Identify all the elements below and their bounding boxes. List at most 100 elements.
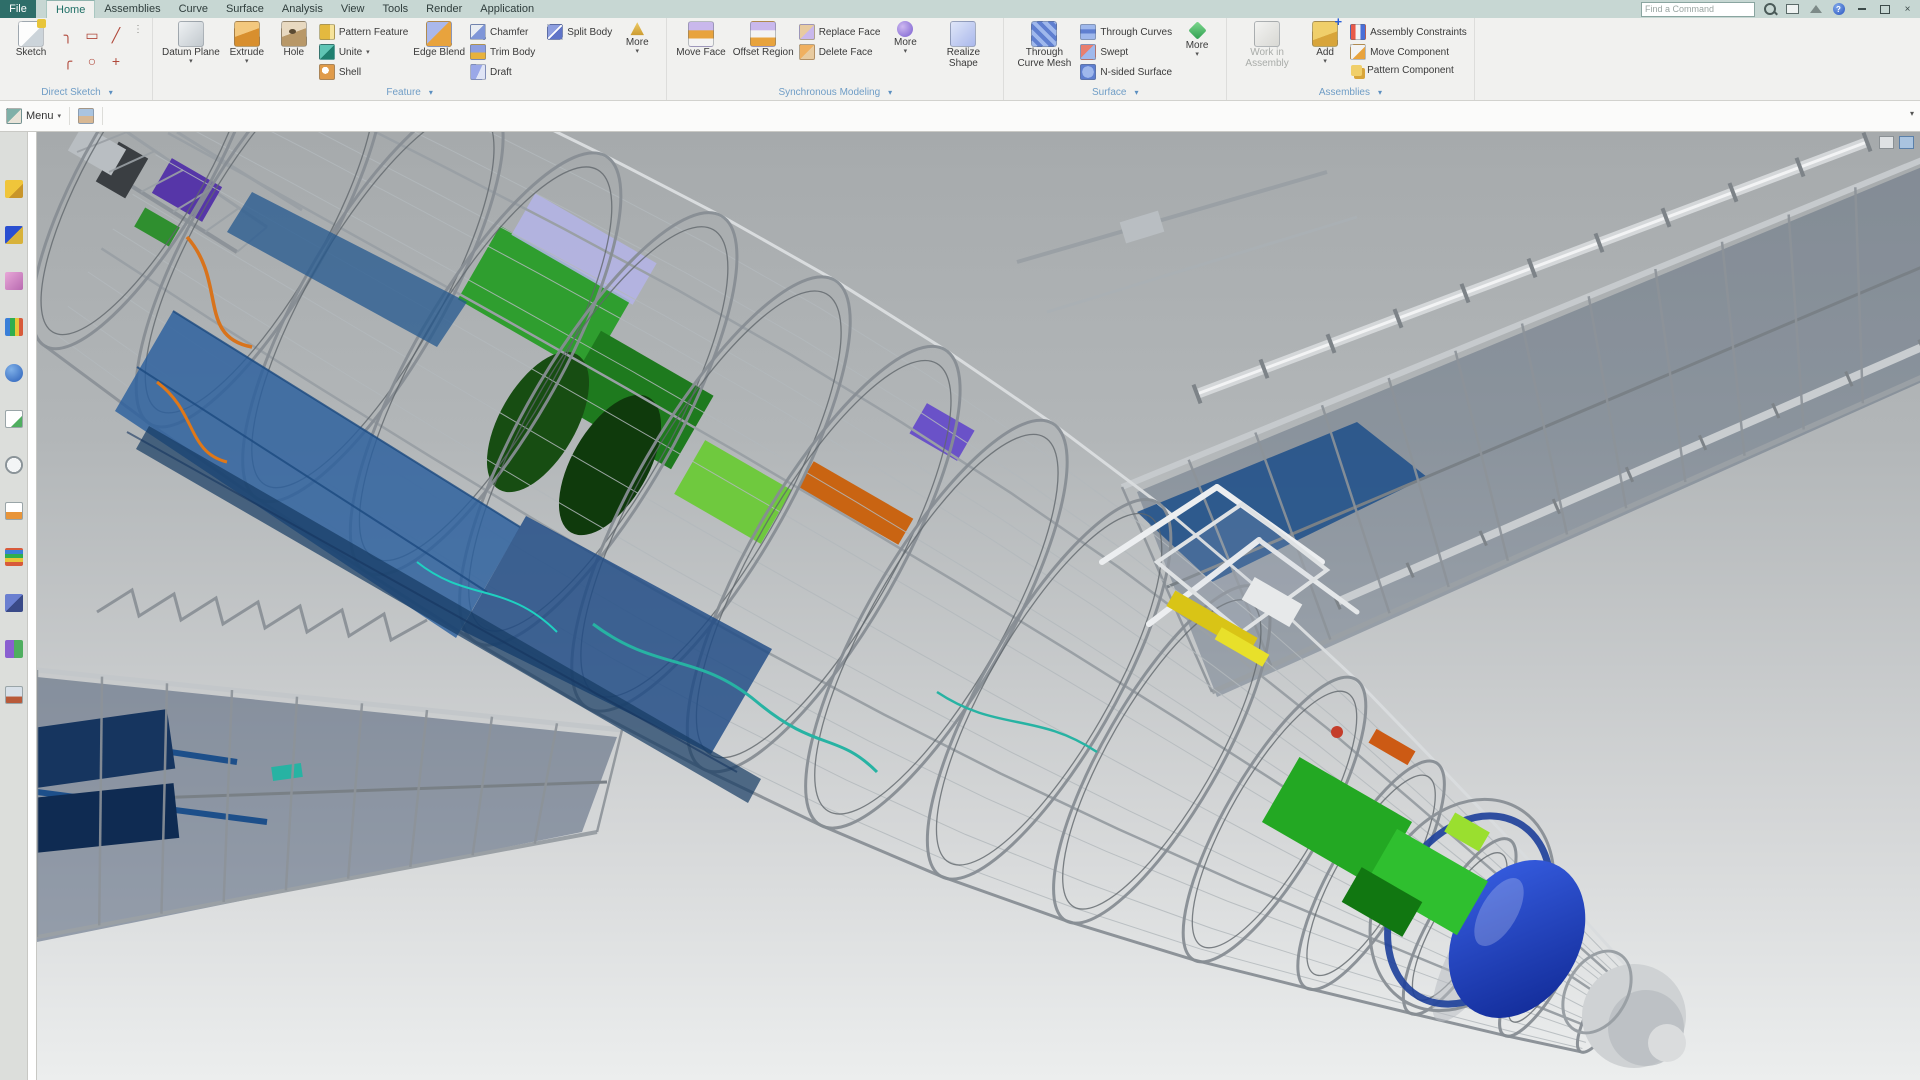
chevron-down-icon[interactable]: ▾ [429,88,433,97]
split-body-button[interactable]: Split Body [547,24,612,40]
more-icon [629,21,645,37]
hole-button[interactable]: Hole [272,20,316,60]
menu-icon [6,108,22,124]
circle-icon[interactable]: ○ [80,48,104,74]
graphics-viewport[interactable] [37,132,1920,1080]
edge-blend-icon [426,21,452,47]
feature-more-button[interactable]: More ▾ [615,20,659,55]
process-studio-icon[interactable] [5,502,23,520]
file-tab[interactable]: File [0,0,36,18]
replace-face-icon [799,24,815,40]
through-curve-mesh-icon [1031,21,1057,47]
rectangle-icon[interactable]: ▭ [80,22,104,48]
edge-blend-button[interactable]: Edge Blend [411,20,467,60]
unite-button[interactable]: Unite ▾ [319,44,408,60]
tab-home[interactable]: Home [46,0,95,18]
search-icon[interactable] [1761,2,1778,16]
move-component-button[interactable]: Move Component [1350,44,1467,60]
tab-curve[interactable]: Curve [170,0,217,18]
tab-surface[interactable]: Surface [217,0,273,18]
tab-assemblies[interactable]: Assemblies [95,0,169,18]
tab-tools[interactable]: Tools [373,0,417,18]
fullscreen-icon[interactable] [1784,2,1801,16]
pattern-feature-button[interactable]: Pattern Feature [319,24,408,40]
menu-button[interactable]: Menu ▾ [6,108,61,124]
system-scenes-icon[interactable] [5,686,23,704]
pattern-component-icon [1351,65,1362,76]
point-icon[interactable]: + [104,48,128,74]
work-in-assembly-button[interactable]: Work in Assembly [1234,20,1300,71]
shell-button[interactable]: Shell [319,64,408,80]
tab-view[interactable]: View [332,0,374,18]
chevron-down-icon: ▾ [1323,60,1327,64]
pattern-component-button[interactable]: Pattern Component [1350,64,1467,77]
part-navigator-icon[interactable] [5,272,23,290]
split-body-icon [547,24,563,40]
n-sided-surface-icon [1080,64,1096,80]
realize-shape-button[interactable]: Realize Shape [930,20,996,71]
group-label-synchronous-modeling: Synchronous Modeling [778,87,880,98]
graphics-window-minimize-icon[interactable] [1879,136,1894,149]
tab-application[interactable]: Application [471,0,543,18]
draft-icon [470,64,486,80]
synchronous-more-button[interactable]: More ▾ [883,20,927,55]
tab-analysis[interactable]: Analysis [273,0,332,18]
surface-more-button[interactable]: More ▾ [1175,20,1219,58]
line-icon[interactable]: ╱ [104,22,128,48]
group-label-direct-sketch: Direct Sketch [41,87,100,98]
through-curves-icon [1080,24,1096,40]
sketch-button[interactable]: Sketch [9,20,53,60]
border-bar-overflow-icon[interactable]: ▾ [1910,109,1914,118]
swept-button[interactable]: Swept [1080,44,1172,60]
swept-icon [1080,44,1096,60]
hd3d-tools-icon[interactable] [5,364,23,382]
help-icon[interactable]: ? [1830,2,1847,16]
history-icon[interactable] [5,456,23,474]
through-curve-mesh-button[interactable]: Through Curve Mesh [1011,20,1077,71]
chamfer-button[interactable]: Chamfer [470,24,535,40]
add-component-button[interactable]: Add ▾ [1303,20,1347,65]
ribbon-group-synchronous-modeling: Move Face Offset Region Replace Face Del… [667,18,1004,100]
assembly-navigator-icon[interactable] [5,180,23,198]
assembly-constraints-icon [1350,24,1366,40]
profile-icon[interactable]: ╮ [56,22,80,48]
extrude-button[interactable]: Extrude ▾ [225,20,269,65]
chevron-down-icon: ▾ [245,60,249,64]
restore-button[interactable] [1876,2,1893,16]
trim-body-button[interactable]: Trim Body [470,44,535,60]
through-curves-button[interactable]: Through Curves [1080,24,1172,40]
system-materials-icon[interactable] [5,640,23,658]
selection-filter-icon[interactable] [78,108,94,124]
reuse-library-icon[interactable] [5,318,23,336]
minimize-button[interactable] [1853,2,1870,16]
roles-icon[interactable] [5,594,23,612]
web-browser-icon[interactable] [5,410,23,428]
chevron-down-icon[interactable]: ▾ [888,88,892,97]
chamfer-icon [470,24,486,40]
assembly-constraints-button[interactable]: Assembly Constraints [1350,24,1467,40]
delete-face-button[interactable]: Delete Face [799,44,881,60]
datum-plane-button[interactable]: Datum Plane ▾ [160,20,222,65]
constraint-navigator-icon[interactable] [5,226,23,244]
aircraft-structural-assembly-model[interactable] [37,132,1920,1080]
extrude-icon [234,21,260,47]
chevron-down-icon[interactable]: ▾ [109,88,113,97]
offset-region-button[interactable]: Offset Region [731,20,796,60]
chevron-down-icon[interactable]: ▾ [1134,88,1138,97]
display-mode-icon[interactable] [1807,2,1824,16]
resource-bar-sash[interactable] [27,132,37,1080]
move-face-button[interactable]: Move Face [674,20,727,60]
arc-icon[interactable]: ╭ [56,48,80,74]
chevron-down-icon[interactable]: ▾ [1378,88,1382,97]
draft-button[interactable]: Draft [470,64,535,80]
find-command-input[interactable] [1641,2,1755,17]
n-sided-surface-button[interactable]: N-sided Surface [1080,64,1172,80]
close-button[interactable]: × [1899,2,1916,16]
graphics-window-restore-icon[interactable] [1899,136,1914,149]
replace-face-button[interactable]: Replace Face [799,24,881,40]
overflow-dots-icon[interactable]: ⋮ [131,20,145,35]
manufacturing-wizard-icon[interactable] [5,548,23,566]
tab-render[interactable]: Render [417,0,471,18]
ribbon: Sketch ╮▭╱ ╭○+ ⋮ Direct Sketch ▾ Datum Pl… [0,18,1920,101]
shell-icon [319,64,335,80]
